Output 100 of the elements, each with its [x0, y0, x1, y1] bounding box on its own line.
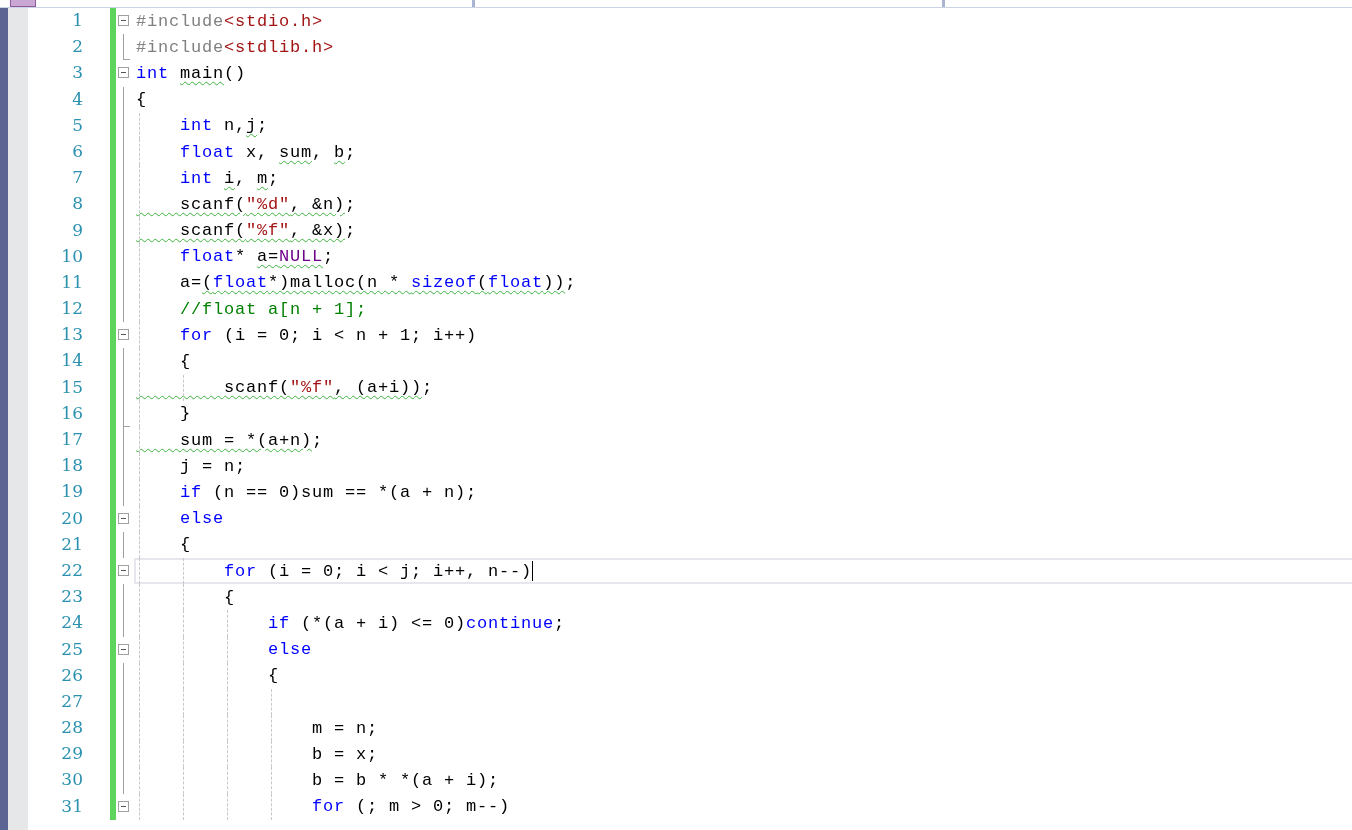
code-token: ; [345, 142, 357, 162]
line-number: 8 [71, 192, 83, 216]
line-number: 23 [60, 585, 83, 609]
line-number: 27 [60, 689, 83, 713]
code-token: (i = 0; i < n + 1; i++) [223, 325, 478, 345]
code-token: x, [245, 142, 270, 162]
line-number: 16 [60, 401, 83, 425]
code-token: if [179, 482, 202, 502]
code-token: float [179, 142, 235, 162]
code-token: a= [179, 273, 202, 293]
code-token: * [235, 247, 248, 267]
code-token: scanf( [179, 221, 247, 241]
line-number: 13 [60, 323, 83, 347]
code-token: ; [565, 273, 577, 293]
line-number: 9 [71, 218, 83, 242]
line-number: 6 [71, 139, 83, 163]
line-number: 7 [71, 166, 83, 190]
code-token: } [179, 404, 191, 424]
code-token: for [311, 797, 346, 817]
code-token: else [267, 640, 313, 660]
line-number: 29 [60, 742, 83, 766]
code-token: sum = *(a+n) [179, 430, 313, 450]
collapse-icon[interactable] [118, 643, 129, 655]
code-token: #include [136, 37, 224, 57]
code-token: j [246, 116, 258, 136]
line-number: 19 [60, 480, 83, 504]
line-number: 31 [60, 794, 83, 818]
line-number: 14 [60, 349, 83, 373]
collapse-icon[interactable] [118, 564, 129, 576]
code-token: scanf( [179, 194, 247, 214]
code-token: <stdlib.h> [224, 37, 335, 57]
line-number: 12 [60, 297, 83, 321]
line-number: 24 [60, 611, 83, 635]
line-number: 30 [60, 768, 83, 792]
line-number: 17 [60, 428, 83, 451]
line-number: 22 [60, 558, 83, 582]
line-number: 15 [60, 375, 83, 399]
code-token: )) [543, 273, 566, 293]
line-number: 3 [71, 61, 83, 85]
code-token: ; [323, 247, 335, 267]
code-token: <stdio.h> [224, 11, 324, 31]
code-token: sizeof [411, 273, 478, 293]
collapse-icon[interactable] [118, 329, 129, 341]
code-token: ; [257, 116, 269, 136]
line-number: 20 [60, 506, 83, 530]
code-token: ( [477, 273, 489, 293]
code-token: m = n; [311, 718, 379, 738]
code-token: *)malloc(n * [268, 273, 402, 293]
code-token: (*(a + i) <= 0) [300, 613, 467, 633]
line-number: 11 [60, 270, 83, 294]
code-token: b [334, 142, 346, 162]
code-token: for [179, 325, 213, 345]
code-token: continue [466, 613, 555, 633]
code-token: i [224, 168, 236, 188]
code-token: (; m > 0; m--) [355, 797, 511, 817]
code-token: ( [202, 273, 214, 293]
code-token: "%f" [246, 221, 291, 241]
line-number: 18 [60, 454, 83, 478]
line-number: 26 [60, 663, 83, 687]
code-token: { [179, 352, 191, 372]
code-token: if [267, 613, 291, 633]
code-token: ; [312, 430, 324, 450]
code-token: sum [279, 142, 313, 162]
collapse-icon[interactable] [118, 512, 129, 524]
code-token: b = x; [311, 744, 379, 764]
code-token: , &n) [290, 194, 346, 214]
collapse-icon[interactable] [118, 67, 129, 79]
code-token: int [179, 116, 213, 136]
code-token: int [136, 63, 170, 83]
code-token: int [179, 168, 214, 188]
line-number: 28 [60, 716, 83, 740]
code-token: "%d" [246, 194, 291, 214]
code-token: , &x) [290, 221, 346, 241]
code-token: float [488, 273, 544, 293]
code-token: NULL [279, 247, 324, 267]
code-token: scanf( [223, 378, 291, 398]
code-token: ; [554, 613, 566, 633]
code-token: { [179, 535, 191, 555]
code-token: j = n; [179, 456, 247, 476]
code-token: ; [345, 194, 357, 214]
code-token: "%f" [290, 378, 335, 398]
line-number: 2 [71, 35, 83, 59]
line-number: 5 [71, 113, 83, 137]
code-token: , [235, 168, 248, 188]
code-token: n, [223, 116, 247, 136]
code-token: , [312, 142, 325, 162]
code-token: { [223, 587, 235, 607]
code-token: { [136, 90, 147, 110]
code-token: () [224, 63, 247, 83]
line-number: 4 [71, 87, 83, 111]
collapse-icon[interactable] [118, 15, 129, 26]
line-number: 10 [60, 244, 83, 268]
code-token: //float a[n + 1]; [179, 299, 368, 319]
code-token: main [180, 63, 225, 83]
line-number: 25 [60, 637, 83, 661]
code-token: , (a+i)) [334, 378, 423, 398]
code-token: else [179, 509, 224, 529]
collapse-icon[interactable] [118, 800, 129, 812]
code-token: (n == 0)sum == *(a + n); [212, 482, 478, 502]
code-token: m [257, 168, 269, 188]
